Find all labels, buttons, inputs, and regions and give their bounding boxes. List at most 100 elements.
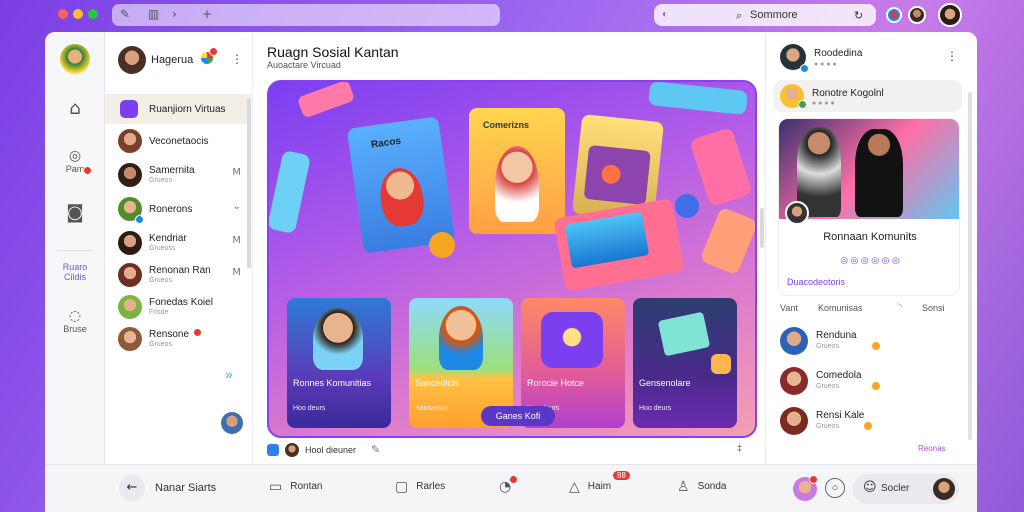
smile-icon: ☺ (863, 480, 877, 495)
account-avatar[interactable] (938, 3, 962, 27)
back-button[interactable]: ← Nanar Siarts (119, 475, 216, 501)
maximize-window-icon[interactable] (88, 9, 98, 19)
user-row-highlight[interactable]: Ronotre Kogolnl ● ● ● ● (774, 80, 962, 112)
status-dot-icon (864, 422, 872, 430)
avatar (118, 295, 142, 319)
community-card[interactable]: Ronnaan Komunits ◎ ◎ ◎ ◎ ◎ ◎ Duacodeotor… (778, 118, 960, 296)
chat-item-name: Ronerons (149, 204, 193, 215)
sidebar-toggle-icon[interactable]: ▥ (148, 7, 159, 21)
chat-item-sub: Grueos (149, 341, 172, 348)
online-badge (798, 100, 807, 109)
header-avatar[interactable] (118, 46, 146, 74)
rail-home[interactable]: ⌂ (45, 98, 105, 119)
member-item[interactable]: Comedola Grueos (766, 364, 966, 398)
brand-dot-icon: ◐ (662, 9, 669, 20)
chat-item[interactable]: Samernita Grueos M (105, 160, 251, 190)
see-more-link[interactable]: Reonas (918, 444, 946, 453)
decor-shape (699, 206, 755, 276)
chat-item[interactable]: Kendriar Grueoss M (105, 228, 251, 258)
content-tile[interactable]: Gensenolare Hoo deurs (633, 298, 737, 428)
chat-item[interactable]: Ronerons ⌄ (105, 194, 251, 224)
rail-user-avatar[interactable] (45, 44, 105, 76)
expand-icon[interactable]: » (225, 366, 233, 382)
social-button[interactable]: ☺ Socler (853, 474, 959, 504)
rail-camera[interactable]: ◙ (45, 202, 105, 223)
pen-icon[interactable]: ✎ (120, 7, 130, 21)
refresh-icon[interactable]: ↻ (854, 9, 863, 22)
tab-komunisas[interactable]: Komunisas (818, 303, 863, 313)
chat-item[interactable]: Fonedas Koiel Frisde (105, 292, 251, 322)
forward-icon[interactable]: › (172, 7, 177, 21)
compass-icon: △ (569, 479, 580, 495)
chat-item-name: Samernita (149, 165, 195, 176)
back-icon: ← (119, 475, 145, 501)
comment-button[interactable]: ▭ Rontan (269, 479, 322, 495)
game-card-title: Comerizns (483, 120, 530, 130)
app-window: ⌂ ◎ Pam ◙ Ruaro Cildis ◌ Bruse ? Hagerua… (45, 32, 977, 512)
bottom-toolbar: ← Nanar Siarts ▭ Rontan ▢ Rarles ◔ △ Haim 88… (45, 464, 977, 512)
check-icon (267, 444, 279, 456)
nav-rail: ⌂ ◎ Pam ◙ Ruaro Cildis ◌ Bruse ? (45, 32, 105, 512)
address-tab-strip[interactable]: ✎ ▥ › + (112, 4, 500, 26)
camera-icon: ◙ (66, 202, 84, 223)
user-avatar[interactable] (60, 44, 90, 74)
self-avatar[interactable] (221, 412, 243, 434)
hero-banner[interactable]: Racos Comerizns Ronnes Komunitias Hoo de… (267, 80, 757, 438)
game-card[interactable]: Comerizns (469, 108, 565, 234)
chat-item[interactable]: Veconetaocis (105, 126, 251, 156)
chat-item-name: Renonan Ran (149, 265, 211, 276)
tab-vant[interactable]: Vant (780, 303, 798, 313)
main-scrollbar[interactable] (760, 208, 764, 248)
member-sub: Grueos (816, 343, 839, 350)
extension-icon[interactable] (886, 7, 902, 23)
rail-chat[interactable]: ◌ Bruse (45, 308, 105, 334)
explore-button[interactable]: △ Haim 88 (569, 471, 630, 495)
avatar (118, 327, 142, 351)
search-text: Sommore (750, 9, 798, 21)
minimize-window-icon[interactable] (73, 9, 83, 19)
chat-list-scrollbar[interactable] (247, 98, 251, 268)
chat-item-active[interactable]: Ruanjiorn Virtuas (105, 94, 251, 124)
game-card-scene (583, 144, 651, 206)
tab-sonsi[interactable]: Sonsi (922, 303, 945, 313)
footer-right-icon[interactable]: ‡ (737, 443, 742, 453)
notifications-button[interactable]: ◔ (499, 475, 519, 495)
virtual-room-icon (120, 100, 138, 118)
game-card-title: Racos (370, 135, 402, 151)
rail-community-label: Ruaro Cildis (62, 262, 88, 282)
circle-action-icon[interactable]: ○ (825, 478, 845, 498)
tile-title: Ronnes Komunitias (293, 378, 372, 388)
reply-button[interactable]: ▢ Rarles (395, 479, 445, 495)
member-sub: Grueos (816, 383, 839, 390)
more-options-icon[interactable]: ⋮ (231, 52, 243, 66)
rail-people[interactable]: ◎ Pam (45, 148, 105, 175)
page-title: Ruagn Sosial Kantan (267, 44, 399, 60)
right-scrollbar[interactable] (968, 92, 972, 440)
member-item[interactable]: Rensi Kale Grueos (766, 404, 966, 438)
chat-item-time: M (232, 267, 241, 278)
games-button[interactable]: Ganes Kofi (481, 406, 555, 426)
profile-button[interactable]: ♙ Sonda (677, 479, 726, 495)
center-footer: Hool dieuner ✎ ‡ (267, 442, 757, 462)
footer-text: Hool dieuner (305, 445, 357, 455)
community-link[interactable]: Duacodeotoris (787, 277, 845, 287)
close-window-icon[interactable] (58, 9, 68, 19)
more-options-icon[interactable]: ⋮ (946, 49, 958, 63)
footer-avatar[interactable] (285, 443, 299, 457)
decor-shape (296, 82, 356, 119)
chat-item[interactable]: Renonan Ran Grueos M (105, 260, 251, 290)
user-name: Ronotre Kogolnl (812, 88, 884, 99)
rail-community[interactable]: Ruaro Cildis (45, 262, 105, 282)
main-content: Ruagn Sosial Kantan Auoactare Vircuad Ra… (253, 32, 765, 464)
character-figure (376, 165, 427, 229)
search-bar[interactable]: ◐ ⌕ Sommore ↻ (654, 4, 876, 26)
chat-list: Hagerua ⋮ Ruanjiorn Virtuas Veconetaocis… (105, 32, 253, 464)
new-tab-icon[interactable]: + (202, 7, 212, 21)
profile-avatar[interactable] (908, 6, 926, 24)
edit-icon[interactable]: ✎ (371, 443, 380, 456)
member-item[interactable]: Renduna Grueos (766, 324, 966, 358)
tile-sub: Hoo deurs (293, 405, 326, 412)
chevron-down-icon[interactable]: ⌄ (233, 201, 241, 212)
chat-item[interactable]: Rensone Grueos (105, 324, 251, 354)
content-tile[interactable]: Ronnes Komunitias Hoo deurs (287, 298, 391, 428)
